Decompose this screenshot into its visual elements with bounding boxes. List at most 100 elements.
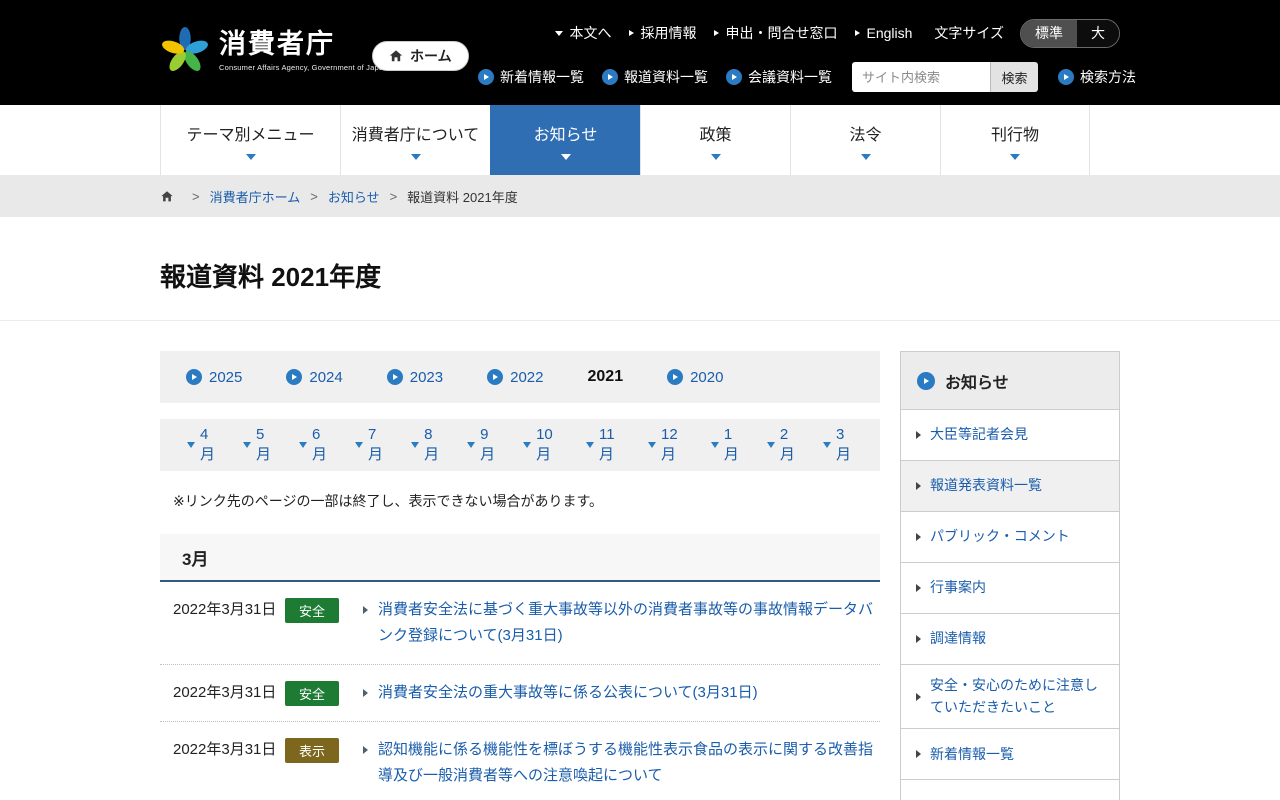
triangle-right-icon — [916, 482, 921, 490]
utility-link[interactable]: 本文へ — [555, 23, 611, 43]
sidebar-item[interactable]: 大臣等記者会見 — [901, 410, 1119, 461]
triangle-right-icon — [363, 689, 368, 697]
year-tab[interactable]: 2020 — [667, 369, 723, 386]
month-link[interactable]: 4月 — [187, 426, 217, 464]
sidebar-item[interactable]: 行事案内 — [901, 563, 1119, 614]
breadcrumb-separator: > — [389, 188, 398, 204]
quick-link[interactable]: 会議資料一覧 — [726, 67, 832, 87]
utility-link[interactable]: 申出・問合せ窓口 — [714, 23, 837, 43]
arrow-circle-icon — [286, 369, 303, 385]
triangle-right-icon — [484, 74, 489, 80]
arrow-circle-icon — [602, 69, 618, 85]
year-tab[interactable]: 2023 — [386, 369, 443, 386]
nav-item[interactable]: テーマ別メニュー — [160, 105, 340, 175]
breadcrumb-item[interactable]: > お知らせ — [300, 187, 379, 206]
triangle-icon — [855, 30, 861, 36]
triangle-right-icon — [608, 74, 613, 80]
month-link[interactable]: 11月 — [586, 426, 622, 464]
chevron-down-icon — [1010, 153, 1020, 160]
breadcrumb-label: お知らせ — [327, 189, 380, 205]
year-tab[interactable]: 2022 — [487, 369, 544, 386]
year-tab[interactable]: 2024 — [286, 368, 343, 386]
sidebar-item[interactable]: 新着情報一覧 — [901, 729, 1119, 781]
month-link[interactable]: 9月 — [467, 426, 497, 464]
home-button[interactable]: ホーム — [372, 41, 469, 71]
month-label: 6月 — [312, 426, 328, 463]
nav-item[interactable]: 刊行物 — [940, 105, 1090, 175]
triangle-right-icon — [673, 374, 679, 380]
sidebar-item[interactable]: 調達情報 — [901, 614, 1119, 665]
year-label: 2024 — [309, 368, 343, 386]
category-badge: 表示 — [285, 738, 339, 763]
month-link[interactable]: 3月 — [822, 426, 853, 464]
triangle-down-icon — [299, 442, 308, 448]
search-input[interactable] — [852, 62, 990, 92]
nav-item-label: テーマ別メニュー — [186, 126, 315, 144]
news-item: 2022年3月31日 表示 認知機能に係る機能性を標ぼうする機能性表示食品の表示… — [160, 722, 880, 800]
month-link[interactable]: 12月 — [648, 426, 685, 464]
month-link[interactable]: 7月 — [355, 426, 385, 464]
triangle-right-icon — [916, 431, 921, 439]
breadcrumb-item[interactable]: > 消費者庁ホーム — [182, 187, 300, 206]
month-link[interactable]: 8月 — [411, 426, 441, 464]
quick-link[interactable]: 報道資料一覧 — [602, 67, 708, 87]
site-header: 消費者庁 Consumer Affairs Agency, Government… — [0, 0, 1280, 105]
agency-logo[interactable]: 消費者庁 Consumer Affairs Agency, Government… — [160, 26, 388, 76]
news-link[interactable]: 消費者安全法の重大事故等に係る公表について(3月31日) — [378, 680, 880, 706]
nav-item[interactable]: 消費者庁について — [340, 105, 490, 175]
nav-item-label: 消費者庁について — [351, 126, 480, 144]
triangle-down-icon — [766, 442, 775, 448]
nav-item[interactable]: 政策 — [640, 105, 790, 175]
month-link[interactable]: 10月 — [523, 426, 560, 464]
year-tab[interactable]: 2021 — [588, 368, 624, 386]
quick-link[interactable]: 新着情報一覧 — [478, 67, 584, 87]
month-link[interactable]: 6月 — [299, 426, 329, 464]
quick-link-label: 報道資料一覧 — [624, 69, 708, 85]
nav-item-label: 刊行物 — [990, 126, 1039, 144]
font-size-button[interactable]: 標準 — [1021, 19, 1077, 47]
news-link[interactable]: 消費者安全法に基づく重大事故等以外の消費者事故等の事故情報データバンク登録につい… — [378, 597, 880, 649]
utility-link[interactable]: 採用情報 — [629, 23, 696, 43]
month-label: 1月 — [723, 426, 739, 463]
year-tab[interactable]: 2025 — [186, 369, 242, 386]
search-help-link[interactable]: 検索方法 — [1058, 67, 1136, 87]
month-links: 4月 5月 6月 7月 8月 9月 10月 11月 12月 1月 2月 3月 — [160, 419, 880, 471]
font-size-switch: 標準 大 — [1020, 18, 1120, 48]
breadcrumb-item[interactable]: > 報道資料 2021年度 — [380, 187, 518, 206]
triangle-right-icon — [1064, 74, 1069, 80]
quick-links: 新着情報一覧 報道資料一覧 会議資料一覧 — [478, 67, 832, 87]
category-badge: 安全 — [285, 598, 339, 623]
triangle-right-icon — [493, 374, 499, 380]
month-label: 10月 — [536, 426, 553, 463]
month-link[interactable]: 1月 — [710, 426, 741, 464]
sidebar-item[interactable]: 報道発表資料一覧 — [901, 461, 1119, 512]
sidebar-item-label: 安全・安心のために注意していただきたいこと — [930, 677, 1098, 715]
page-title: 報道資料 2021年度 — [160, 262, 382, 292]
triangle-down-icon — [710, 442, 719, 448]
nav-item[interactable]: 法令 — [790, 105, 940, 175]
disclaimer-note: ※リンク先のページの一部は終了し、表示できない場合があります。 — [173, 493, 604, 509]
font-size-button[interactable]: 大 — [1077, 19, 1119, 47]
month-label: 8月 — [424, 426, 440, 463]
sidebar-title: お知らせ — [945, 374, 1009, 392]
chevron-down-icon — [245, 153, 256, 160]
utility-link-label: 採用情報 — [640, 25, 697, 41]
month-link[interactable]: 2月 — [766, 426, 797, 464]
month-link[interactable]: 5月 — [243, 426, 273, 464]
sidebar-item[interactable]: パブリック・コメント — [901, 512, 1119, 563]
breadcrumb: > 消費者庁ホーム > お知らせ > 報道資料 2021年度 — [0, 175, 1280, 217]
triangle-down-icon — [355, 442, 364, 448]
month-label: 3月 — [835, 426, 851, 463]
breadcrumb-list: > 消費者庁ホーム > お知らせ > 報道資料 2021年度 — [182, 187, 518, 206]
news-link[interactable]: 認知機能に係る機能性を標ぼうする機能性表示食品の表示に関する改善指導及び一般消費… — [378, 737, 880, 789]
sidebar-item-label: 新着情報一覧 — [930, 745, 1014, 762]
triangle-icon — [555, 30, 564, 36]
sidebar-item-label: 報道発表資料一覧 — [930, 477, 1042, 494]
year-tabs: 2025 2024 2023 2022 2021 2020 — [160, 351, 880, 403]
utility-link[interactable]: English — [855, 25, 912, 41]
main-nav-list: テーマ別メニュー 消費者庁について お知らせ 政策 法令 刊行物 — [160, 105, 1120, 175]
sidebar-item[interactable]: 安全・安心のために注意していただきたいこと — [901, 665, 1119, 730]
nav-item[interactable]: お知らせ — [490, 105, 640, 175]
header-links-row: 新着情報一覧 報道資料一覧 会議資料一覧 検索 検索方法 — [478, 62, 1136, 92]
search-button[interactable]: 検索 — [990, 62, 1038, 92]
